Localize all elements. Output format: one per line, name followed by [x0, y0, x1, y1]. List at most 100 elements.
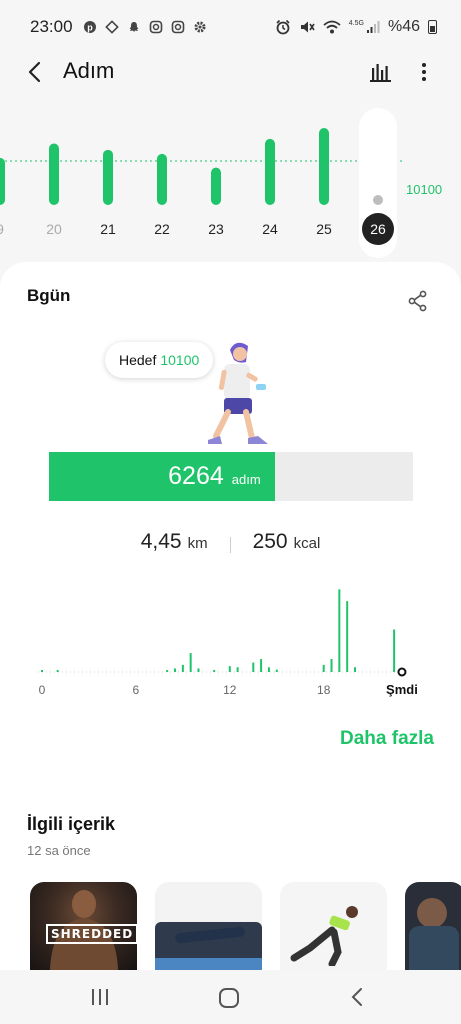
steps-progress-bar: 6264 adım [49, 452, 413, 501]
hour-bar [322, 664, 325, 672]
today-stats: 4,45 km 250 kcal [0, 530, 461, 560]
hour-bar [267, 667, 270, 672]
day-label: 22 [154, 221, 170, 237]
more-vertical-icon[interactable] [414, 58, 434, 86]
goal-value: 10100 [160, 352, 200, 368]
hour-bar [166, 670, 169, 672]
hour-bar [354, 667, 356, 672]
hour-bar [393, 629, 396, 672]
battery-percent: %46 [387, 18, 420, 35]
page-title: Adım [63, 58, 115, 83]
calories-unit: kcal [293, 535, 321, 552]
related-subtitle: 12 sa önce [27, 843, 91, 858]
signal-icon [366, 21, 380, 33]
hour-bar [189, 653, 192, 672]
distance-unit: km [187, 535, 208, 552]
card-title: Bgün [27, 286, 71, 305]
day-label: 23 [208, 221, 224, 237]
distance-stat: 4,45 km [119, 530, 230, 554]
day-bar [319, 128, 329, 205]
hour-bar [330, 659, 333, 672]
related-thumb[interactable] [280, 882, 387, 970]
steps-unit: adım [231, 472, 261, 487]
related-content: İlgili içerik 12 sa önce SHREDDED [0, 782, 461, 970]
hour-bar [174, 668, 177, 672]
day-bar [211, 167, 221, 205]
day-label: 9 [0, 221, 4, 237]
day-bar [157, 153, 167, 205]
walker-illustration [208, 342, 268, 444]
calories-stat: 250 kcal [231, 530, 343, 554]
hour-tick-label: Şmdi [386, 682, 418, 697]
share-icon[interactable] [405, 288, 431, 314]
more-link[interactable]: Daha fazla [340, 728, 434, 750]
hour-tick-label: 6 [133, 683, 140, 697]
home-icon[interactable] [218, 987, 240, 1009]
day-label: 25 [316, 221, 332, 237]
calories-value: 250 [252, 530, 288, 553]
instagram-icon [171, 20, 184, 34]
battery-icon [428, 20, 437, 34]
selected-day-dot [373, 195, 383, 205]
person-body [409, 926, 459, 970]
day-bar [265, 138, 275, 205]
hour-bar [197, 668, 200, 672]
lunge-figure [290, 906, 358, 966]
goal-line-label: 10100 [406, 182, 443, 197]
weekly-bars: 9 20 21 22 23 24 25 26 [0, 108, 402, 258]
status-bar: 23:00 p 4.5G %46 [0, 0, 461, 54]
system-nav-bar [0, 970, 461, 1024]
app-header: Adım [0, 54, 461, 92]
distance-value: 4,45 [140, 530, 182, 553]
hour-bar [228, 666, 231, 672]
person-head [417, 898, 447, 928]
weekly-steps-chart: 9 20 21 22 23 24 25 26 10100 [0, 100, 461, 260]
network-type: 4.5G [348, 19, 364, 27]
today-card: Bgün Hedef 10100 6264 adım 4,45 km 250 k… [0, 262, 461, 782]
steps-progress-text: 6264 adım [49, 452, 275, 501]
recents-icon[interactable] [90, 988, 110, 1006]
mat-image [155, 958, 262, 970]
hour-bar [260, 659, 263, 672]
notification-icons: p [83, 20, 207, 34]
pinterest-icon: p [83, 21, 96, 33]
dropbox-icon [104, 20, 119, 34]
nav-back-icon[interactable] [350, 987, 364, 1007]
day-bar [103, 149, 113, 205]
related-thumb[interactable]: SHREDDED [30, 882, 137, 970]
hour-bar [213, 670, 216, 672]
hour-bar [275, 669, 278, 672]
settings-icon [194, 21, 206, 33]
mute-icon [300, 21, 315, 33]
steps-count: 6264 [168, 462, 224, 490]
wifi-icon [323, 20, 341, 34]
goal-bubble: Hedef 10100 [105, 342, 214, 378]
svg-text:p: p [87, 23, 93, 33]
goal-label: Hedef [119, 352, 157, 368]
day-label: 20 [46, 221, 62, 237]
instagram-icon [149, 20, 162, 34]
hour-bar [236, 667, 239, 672]
bar-chart-icon[interactable] [368, 60, 394, 84]
day-bar [49, 143, 59, 205]
hour-tick-label: 0 [39, 683, 46, 697]
hour-bar [252, 662, 255, 672]
hour-tick-label: 12 [223, 683, 237, 697]
now-marker [397, 667, 407, 677]
hour-bar [346, 601, 349, 672]
day-label: 24 [262, 221, 278, 237]
snapchat-icon [129, 22, 139, 32]
back-arrow-icon[interactable] [22, 56, 50, 88]
hour-bar [41, 670, 43, 672]
related-thumb[interactable] [155, 882, 262, 970]
related-title: İlgili içerik [27, 814, 116, 834]
alarm-icon [276, 19, 290, 35]
related-thumb[interactable] [405, 882, 461, 970]
hour-bar [181, 664, 184, 672]
day-label: 21 [100, 221, 116, 237]
hour-bar [56, 670, 59, 672]
hourly-bars: 0 6 12 18 Şmdi [38, 589, 418, 697]
hour-tick-label: 18 [317, 683, 331, 697]
thumb-badge: SHREDDED [46, 924, 137, 944]
day-bar [0, 157, 5, 205]
